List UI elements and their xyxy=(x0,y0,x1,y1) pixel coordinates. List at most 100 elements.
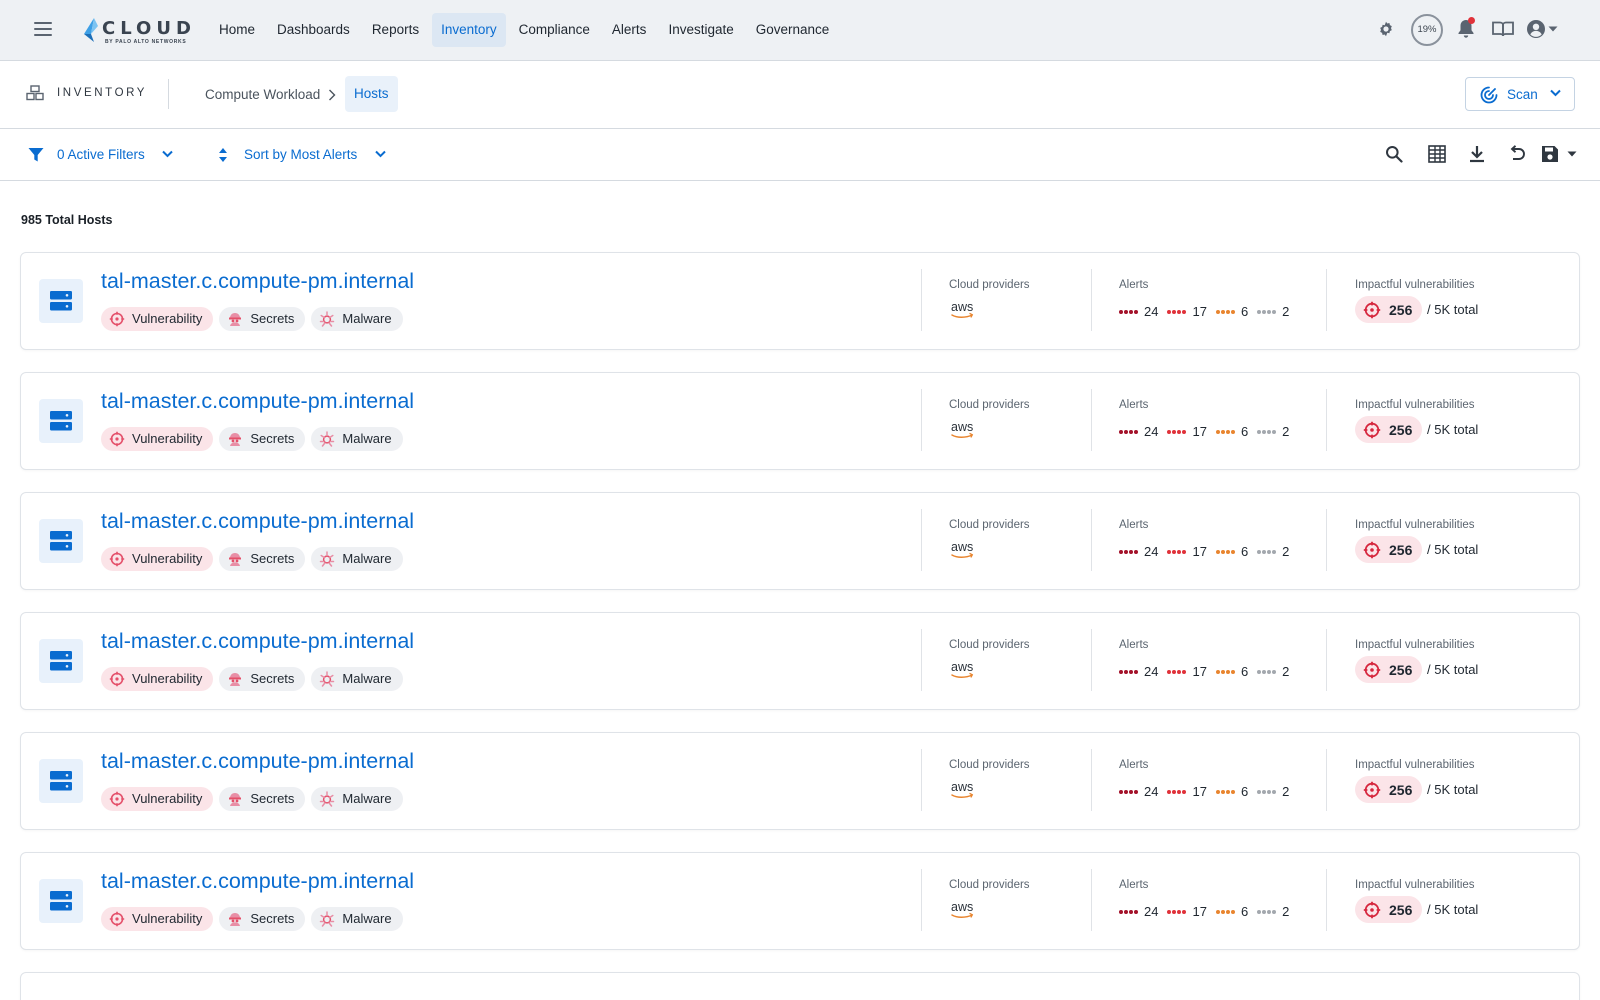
alert-low[interactable]: 2 xyxy=(1257,304,1289,319)
nav-item-inventory[interactable]: Inventory xyxy=(432,13,506,47)
tag-malware[interactable]: Malware xyxy=(311,307,403,331)
host-name-link[interactable]: tal-master.c.compute-pm.internal xyxy=(101,389,414,414)
tag-malware[interactable]: Malware xyxy=(311,427,403,451)
tag-malware[interactable]: Malware xyxy=(311,547,403,571)
tag-vulnerability[interactable]: Vulnerability xyxy=(101,547,214,571)
alert-high[interactable]: 17 xyxy=(1167,904,1207,919)
scan-button[interactable]: Scan xyxy=(1465,77,1575,111)
book-icon[interactable] xyxy=(1492,21,1514,37)
alert-count-low: 2 xyxy=(1282,904,1290,919)
tag-secrets[interactable]: Secrets xyxy=(219,427,306,451)
severity-dot xyxy=(1124,549,1128,554)
alert-critical[interactable]: 24 xyxy=(1119,784,1158,799)
tag-vulnerability[interactable]: Vulnerability xyxy=(101,907,214,931)
nav-item-home[interactable]: Home xyxy=(210,13,264,47)
alert-low[interactable]: 2 xyxy=(1257,784,1289,799)
download-icon[interactable] xyxy=(1468,145,1486,163)
host-card[interactable]: tal-master.c.compute-pm.internal Vulnerab… xyxy=(20,372,1580,470)
nav-item-compliance[interactable]: Compliance xyxy=(510,13,599,47)
alert-medium[interactable]: 6 xyxy=(1215,904,1248,919)
alert-high[interactable]: 17 xyxy=(1167,424,1207,439)
host-card[interactable]: tal-master.c.compute-pm.internal Vulnerab… xyxy=(20,732,1580,830)
target-icon xyxy=(1363,541,1381,558)
alert-medium[interactable]: 6 xyxy=(1215,544,1248,559)
alert-critical[interactable]: 24 xyxy=(1119,304,1158,319)
nav-item-alerts[interactable]: Alerts xyxy=(603,13,656,47)
nav-item-investigate[interactable]: Investigate xyxy=(659,13,742,47)
host-card[interactable]: tal-master.c.compute-pm.internal Vulnerab… xyxy=(20,252,1580,350)
host-card[interactable]: tal-master.c.compute-pm.internal Vulnerab… xyxy=(20,852,1580,950)
tag-vulnerability[interactable]: Vulnerability xyxy=(101,667,214,691)
alert-high[interactable]: 17 xyxy=(1167,544,1207,559)
tag-malware[interactable]: Malware xyxy=(311,907,403,931)
severity-dot xyxy=(1272,789,1277,794)
menu-icon[interactable] xyxy=(34,22,52,36)
impactful-vulnerabilities-badge[interactable]: 256 xyxy=(1355,776,1423,803)
impactful-vulnerabilities-badge[interactable]: 256 xyxy=(1355,896,1423,923)
save-icon[interactable] xyxy=(1541,145,1559,163)
alert-critical[interactable]: 24 xyxy=(1119,904,1158,919)
alert-low[interactable]: 2 xyxy=(1257,424,1289,439)
alert-low[interactable]: 2 xyxy=(1257,904,1289,919)
tag-malware[interactable]: Malware xyxy=(311,667,403,691)
alert-medium[interactable]: 6 xyxy=(1215,424,1248,439)
nav-item-dashboards[interactable]: Dashboards xyxy=(268,13,359,47)
tag-vulnerability[interactable]: Vulnerability xyxy=(101,787,214,811)
host-name-link[interactable]: tal-master.c.compute-pm.internal xyxy=(101,269,414,294)
severity-dot xyxy=(1167,669,1172,674)
impactful-vulnerabilities-badge[interactable]: 256 xyxy=(1355,536,1423,563)
alert-high[interactable]: 17 xyxy=(1167,304,1207,319)
search-icon[interactable] xyxy=(1385,145,1403,163)
impactful-vulnerabilities-badge[interactable]: 256 xyxy=(1355,656,1423,683)
severity-low-indicator xyxy=(1257,429,1277,434)
alert-high[interactable]: 17 xyxy=(1167,664,1207,679)
breadcrumb-compute-workload[interactable]: Compute Workload xyxy=(205,87,320,102)
host-name-link[interactable]: tal-master.c.compute-pm.internal xyxy=(101,749,414,774)
undo-icon[interactable] xyxy=(1508,145,1526,163)
impactful-vulnerabilities-label: Impactful vulnerabilities xyxy=(1355,759,1475,771)
host-name-link[interactable]: tal-master.c.compute-pm.internal xyxy=(101,629,414,654)
impactful-vulnerabilities-label: Impactful vulnerabilities xyxy=(1355,399,1475,411)
alert-low[interactable]: 2 xyxy=(1257,664,1289,679)
breadcrumb-hosts[interactable]: Hosts xyxy=(345,76,398,112)
user-avatar-icon[interactable] xyxy=(1526,19,1546,39)
columns-icon[interactable] xyxy=(1428,145,1446,163)
chevron-down-icon[interactable] xyxy=(1567,151,1577,157)
tag-secrets[interactable]: Secrets xyxy=(219,547,306,571)
alert-count-high: 17 xyxy=(1192,784,1207,799)
alert-low[interactable]: 2 xyxy=(1257,544,1289,559)
alert-critical[interactable]: 24 xyxy=(1119,664,1158,679)
host-card[interactable]: tal-master.c.compute-pm.internal Vulnerab… xyxy=(20,612,1580,710)
tag-secrets[interactable]: Secrets xyxy=(219,907,306,931)
tag-vulnerability[interactable]: Vulnerability xyxy=(101,307,214,331)
malware-icon xyxy=(320,911,335,927)
alert-medium[interactable]: 6 xyxy=(1215,664,1248,679)
severity-dot xyxy=(1167,309,1172,314)
nav-item-governance[interactable]: Governance xyxy=(747,13,839,47)
vulnerability-icon xyxy=(109,551,125,567)
filter-bar: 0 Active Filters Sort by Most Alerts xyxy=(0,129,1600,181)
impactful-vulnerabilities-badge[interactable]: 256 xyxy=(1355,416,1423,443)
alert-critical[interactable]: 24 xyxy=(1119,424,1158,439)
host-card[interactable]: tal-master.c.compute-pm.internal Vulnerab… xyxy=(20,492,1580,590)
chevron-down-icon[interactable] xyxy=(1548,26,1558,32)
tag-secrets[interactable]: Secrets xyxy=(219,787,306,811)
logo[interactable]: CLOUD BY PALO ALTO NETWORKS xyxy=(82,16,192,46)
tag-secrets[interactable]: Secrets xyxy=(219,667,306,691)
gear-icon[interactable] xyxy=(1378,21,1394,37)
host-name-link[interactable]: tal-master.c.compute-pm.internal xyxy=(101,509,414,534)
impactful-vulnerabilities-badge[interactable]: 256 xyxy=(1355,296,1423,323)
tag-malware[interactable]: Malware xyxy=(311,787,403,811)
severity-dot xyxy=(1220,309,1225,314)
alert-medium[interactable]: 6 xyxy=(1215,304,1248,319)
alert-critical[interactable]: 24 xyxy=(1119,544,1158,559)
tag-secrets[interactable]: Secrets xyxy=(219,307,306,331)
host-card[interactable] xyxy=(20,972,1580,1000)
alert-high[interactable]: 17 xyxy=(1167,784,1207,799)
alert-medium[interactable]: 6 xyxy=(1215,784,1248,799)
tag-vulnerability[interactable]: Vulnerability xyxy=(101,427,214,451)
host-type-icon xyxy=(39,879,83,923)
usage-progress-ring[interactable]: 19% xyxy=(1411,14,1443,46)
host-name-link[interactable]: tal-master.c.compute-pm.internal xyxy=(101,869,414,894)
nav-item-reports[interactable]: Reports xyxy=(363,13,428,47)
